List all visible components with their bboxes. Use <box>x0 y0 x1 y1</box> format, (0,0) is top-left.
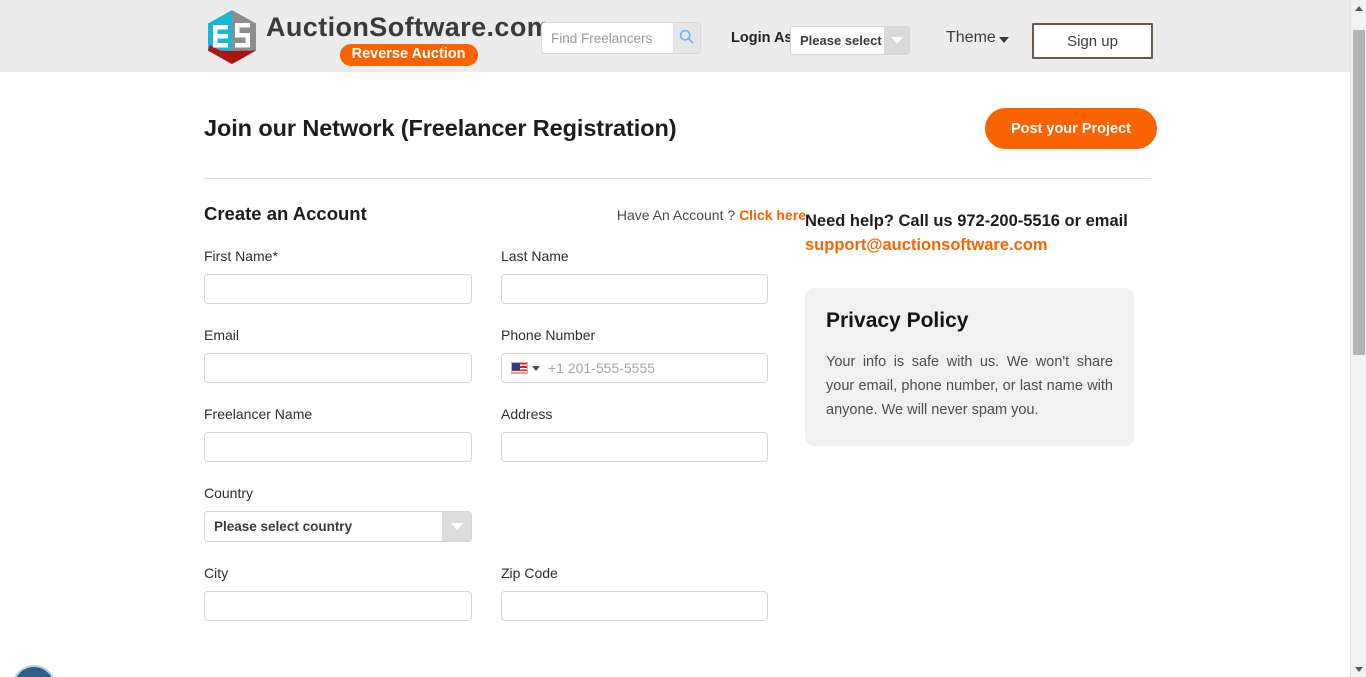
field-city: City <box>204 564 472 621</box>
search-group[interactable] <box>541 22 701 54</box>
page-content: Join our Network (Freelancer Registratio… <box>0 72 1350 643</box>
first-name-label: First Name* <box>204 248 278 264</box>
brand-name-text: AuctionSoftware <box>266 12 487 42</box>
country-selected-value: Please select country <box>214 519 353 534</box>
country-code-selector[interactable] <box>502 354 546 382</box>
reverse-auction-badge: Reverse Auction <box>339 44 478 66</box>
chevron-down-icon <box>998 37 1009 43</box>
form-fields-grid: First Name* Last Name Email Phone Number… <box>204 247 804 621</box>
country-select[interactable]: Please select country <box>204 511 472 542</box>
have-account-text: Have An Account ? <box>616 207 740 223</box>
form-row-contact: Email Phone Number <box>204 326 804 383</box>
phone-input-group[interactable] <box>501 353 768 383</box>
have-account-row: Have An Account ? Click here <box>617 207 806 223</box>
need-help-prefix: Need help? Call us 972-200-5516 or email <box>805 212 1128 230</box>
field-email: Email <box>204 326 472 383</box>
chevron-down-icon <box>532 365 540 371</box>
city-label: City <box>204 565 229 581</box>
form-header: Create an Account Have An Account ? Clic… <box>204 203 806 225</box>
field-zip-code: Zip Code <box>501 564 768 621</box>
auctionsoftware-hexagon-as-logo <box>204 8 260 66</box>
country-label: Country <box>204 485 254 501</box>
address-input[interactable] <box>501 432 768 462</box>
scrollbar-thumb[interactable] <box>1353 30 1365 355</box>
field-country: Country Please select country <box>204 484 472 542</box>
scroll-up-arrow-icon[interactable] <box>1351 0 1366 16</box>
create-account-heading: Create an Account <box>204 203 367 224</box>
privacy-policy-title: Privacy Policy <box>826 309 969 332</box>
browser-viewport: AuctionSoftware.com Reverse Auction Logi… <box>0 0 1350 677</box>
phone-number-label: Phone Number <box>501 327 596 343</box>
login-as-selected-value: Please select <box>800 33 882 48</box>
click-here-link[interactable]: Click here <box>739 207 806 223</box>
form-row-freelancer-address: Freelancer Name Address <box>204 405 804 462</box>
first-name-input[interactable] <box>204 274 472 304</box>
page-title-row: Join our Network (Freelancer Registratio… <box>204 72 1157 149</box>
address-label: Address <box>501 406 553 422</box>
zip-code-label: Zip Code <box>501 565 558 581</box>
us-flag-icon <box>511 362 528 374</box>
field-first-name: First Name* <box>204 247 472 304</box>
field-last-name: Last Name <box>501 247 768 304</box>
form-row-country: Country Please select country <box>204 484 804 542</box>
search-icon <box>679 29 694 47</box>
login-as-select[interactable]: Please select <box>790 26 910 55</box>
login-as-label: Login As <box>731 30 793 46</box>
support-email-link[interactable]: support@auctionsoftware.com <box>805 236 1048 254</box>
theme-dropdown[interactable]: Theme <box>946 27 1009 49</box>
phone-number-input[interactable] <box>546 360 767 376</box>
zip-code-input[interactable] <box>501 591 768 621</box>
brand-logo[interactable]: AuctionSoftware.com Reverse Auction <box>204 7 551 66</box>
field-address: Address <box>501 405 768 462</box>
field-phone-number: Phone Number <box>501 326 768 383</box>
form-row-name: First Name* Last Name <box>204 247 804 304</box>
privacy-policy-body: Your info is safe with us. We won't shar… <box>826 354 1113 418</box>
post-your-project-button[interactable]: Post your Project <box>984 108 1157 149</box>
scroll-down-arrow-icon[interactable] <box>1351 661 1366 677</box>
freelancer-name-label: Freelancer Name <box>204 406 313 422</box>
signup-button[interactable]: Sign up <box>1032 23 1153 59</box>
sidebar-help: Need help? Call us 972-200-5516 or email… <box>805 203 1151 643</box>
need-help-text: Need help? Call us 972-200-5516 or email… <box>805 203 1151 257</box>
last-name-label: Last Name <box>501 248 569 264</box>
chat-bubble-icon[interactable] <box>12 665 56 677</box>
last-name-input[interactable] <box>501 274 768 304</box>
freelancer-name-input[interactable] <box>204 432 472 462</box>
page-title: Join our Network (Freelancer Registratio… <box>204 115 677 141</box>
theme-label: Theme <box>946 29 996 46</box>
search-button[interactable] <box>672 23 700 53</box>
email-label: Email <box>204 327 240 343</box>
site-header: AuctionSoftware.com Reverse Auction Logi… <box>0 0 1350 72</box>
form-row-city-zip: City Zip Code <box>204 564 804 621</box>
email-input[interactable] <box>204 353 472 383</box>
privacy-policy-card: Privacy Policy Your info is safe with us… <box>805 288 1134 446</box>
chevron-down-icon <box>884 27 909 54</box>
field-freelancer-name: Freelancer Name <box>204 405 472 462</box>
registration-form: Create an Account Have An Account ? Clic… <box>204 203 806 643</box>
page-scrollbar[interactable] <box>1350 0 1366 677</box>
city-input[interactable] <box>204 591 472 621</box>
chevron-down-icon <box>442 512 471 541</box>
search-input[interactable] <box>542 23 673 53</box>
brand-name: AuctionSoftware.com <box>266 7 551 47</box>
